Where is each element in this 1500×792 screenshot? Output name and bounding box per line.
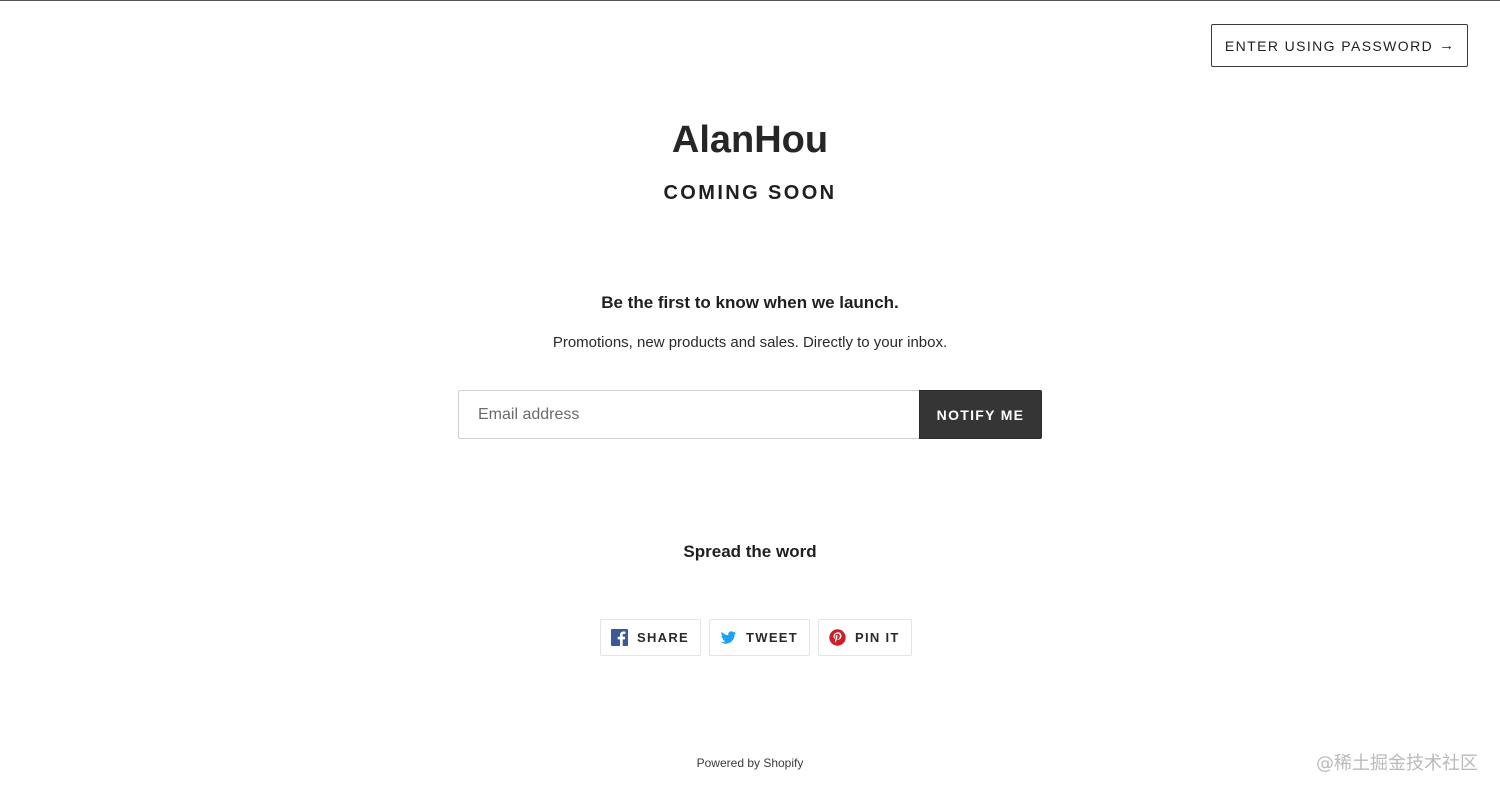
pin-it-label: PIN IT <box>855 630 900 645</box>
powered-by-shopify-link[interactable]: Powered by Shopify <box>697 756 804 770</box>
arrow-right-icon: → <box>1439 37 1455 54</box>
tweet-label: TWEET <box>746 630 799 645</box>
email-field[interactable] <box>458 390 919 439</box>
notify-me-button[interactable]: NOTIFY ME <box>919 390 1042 439</box>
juejin-watermark: @稀土掘金技术社区 <box>1316 753 1478 774</box>
facebook-share-button[interactable]: SHARE <box>600 619 702 656</box>
password-button-label: ENTER USING PASSWORD <box>1224 37 1434 54</box>
pinterest-pin-button[interactable]: PIN IT <box>818 619 912 656</box>
share-label: SHARE <box>637 630 690 645</box>
twitter-tweet-button[interactable]: TWEET <box>709 619 811 656</box>
social-share-buttons: SHARE TWEET PIN IT <box>600 619 912 656</box>
facebook-icon <box>611 629 628 646</box>
twitter-icon <box>720 629 737 646</box>
spread-the-word-heading: Spread the word <box>683 542 817 561</box>
enter-using-password-button[interactable]: ENTER USING PASSWORD → <box>1211 24 1468 67</box>
store-name: AlanHou <box>671 119 829 161</box>
coming-soon-heading: COMING SOON <box>663 182 837 204</box>
pinterest-icon <box>829 629 846 646</box>
email-signup-form: NOTIFY ME <box>458 390 1042 439</box>
powered-by-shopify: Powered by Shopify <box>0 756 1500 770</box>
signup-heading: Be the first to know when we launch. <box>601 293 899 312</box>
password-page: ENTER USING PASSWORD → AlanHou COMING SO… <box>0 0 1500 792</box>
signup-description: Promotions, new products and sales. Dire… <box>552 334 948 351</box>
